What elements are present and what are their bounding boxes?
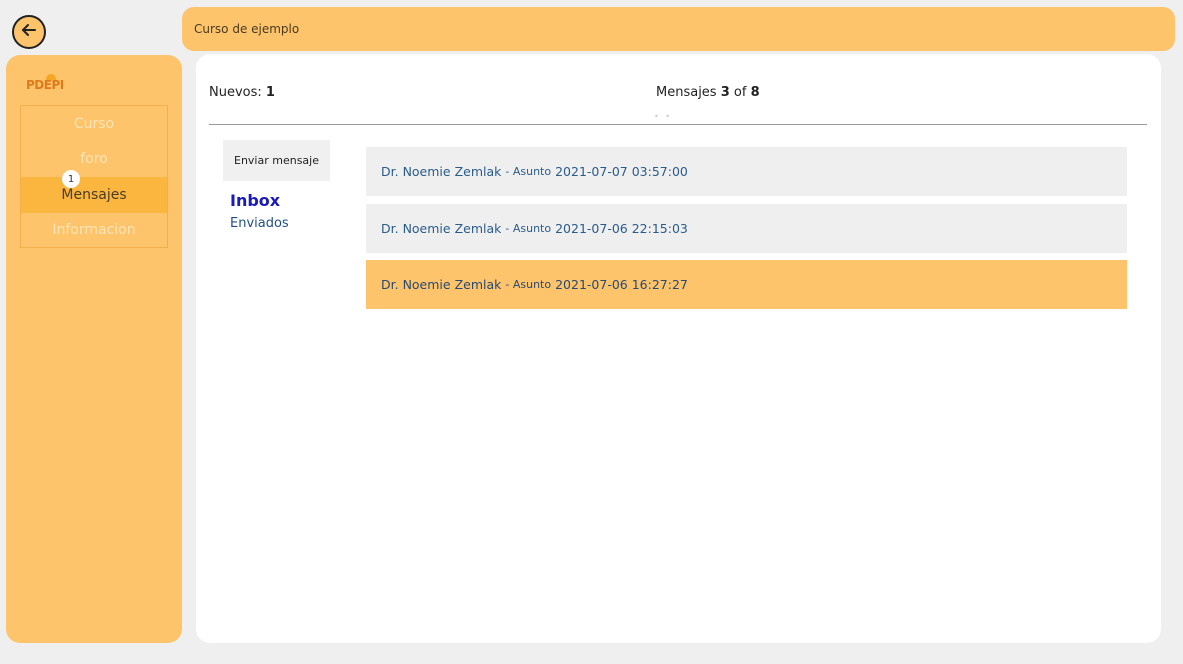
message-subject-text: Asunto [512, 165, 552, 178]
folder-sent[interactable]: Enviados [230, 216, 289, 231]
message-date: 2021-07-06 16:27:27 [555, 277, 688, 292]
new-count: Nuevos: 1 [209, 85, 275, 100]
message-date: 2021-07-06 22:15:03 [555, 220, 688, 236]
new-count-value: 1 [265, 85, 275, 100]
message-sender: Dr. Noemie Zemlak [381, 220, 502, 236]
sidebar-menu: Curso foro 1 Mensajes Informacion [20, 105, 168, 248]
back-button[interactable] [12, 15, 46, 49]
message-sender: Dr. Noemie Zemlak [381, 164, 502, 179]
course-header: Curso de ejemplo [182, 7, 1175, 51]
message-subject: - Asunto [505, 278, 552, 291]
message-subject-text: Asunto [512, 278, 552, 291]
folder-inbox[interactable]: Inbox [230, 191, 280, 210]
sidebar-item-informacion[interactable]: Informacion [21, 213, 167, 249]
sidebar-item-foro[interactable]: foro [21, 142, 167, 178]
sidebar-item-curso[interactable]: Curso [21, 106, 167, 142]
sidebar-item-label: Curso [73, 115, 115, 132]
pagination-dots[interactable]: • • [654, 112, 672, 121]
arrow-left-circle-icon [19, 20, 39, 44]
course-title: Curso de ejemplo [194, 22, 300, 36]
sidebar-item-label: Informacion [52, 222, 136, 239]
pagination-info: Mensajes 3 of 8 [656, 85, 760, 100]
message-list: Dr. Noemie Zemlak - Asunto 2021-07-07 03… [366, 147, 1127, 317]
message-row[interactable]: Dr. Noemie Zemlak - Asunto 2021-07-06 22… [366, 203, 1127, 253]
new-count-label: Nuevos: [209, 85, 262, 100]
pagination-prefix: Mensajes [656, 85, 717, 100]
message-subject: - Asunto [505, 221, 552, 235]
message-row[interactable]: Dr. Noemie Zemlak - Asunto 2021-07-07 03… [366, 147, 1127, 196]
message-date: 2021-07-07 03:57:00 [555, 164, 688, 179]
send-message-button[interactable]: Enviar mensaje [223, 140, 330, 181]
pagination-total: 8 [750, 85, 760, 100]
pagination-of: of [733, 85, 747, 100]
sidebar-item-mensajes[interactable]: 1 Mensajes [21, 170, 167, 213]
pdepi-logo: PDEPI [26, 74, 64, 92]
sidebar-item-label: foro [80, 151, 108, 168]
divider [209, 124, 1147, 125]
message-row-selected[interactable]: Dr. Noemie Zemlak - Asunto 2021-07-06 16… [366, 260, 1127, 309]
message-subject: - Asunto [505, 165, 552, 178]
message-subject-text: Asunto [512, 221, 552, 235]
sidebar-item-label: Mensajes [61, 186, 127, 203]
unread-badge: 1 [62, 170, 80, 188]
message-sender: Dr. Noemie Zemlak [381, 277, 502, 292]
sidebar: PDEPI Curso foro 1 Mensajes Informacion [6, 55, 182, 643]
pagination-current: 3 [720, 85, 730, 100]
messages-panel: Nuevos: 1 Mensajes 3 of 8 • • Enviar men… [196, 54, 1161, 643]
